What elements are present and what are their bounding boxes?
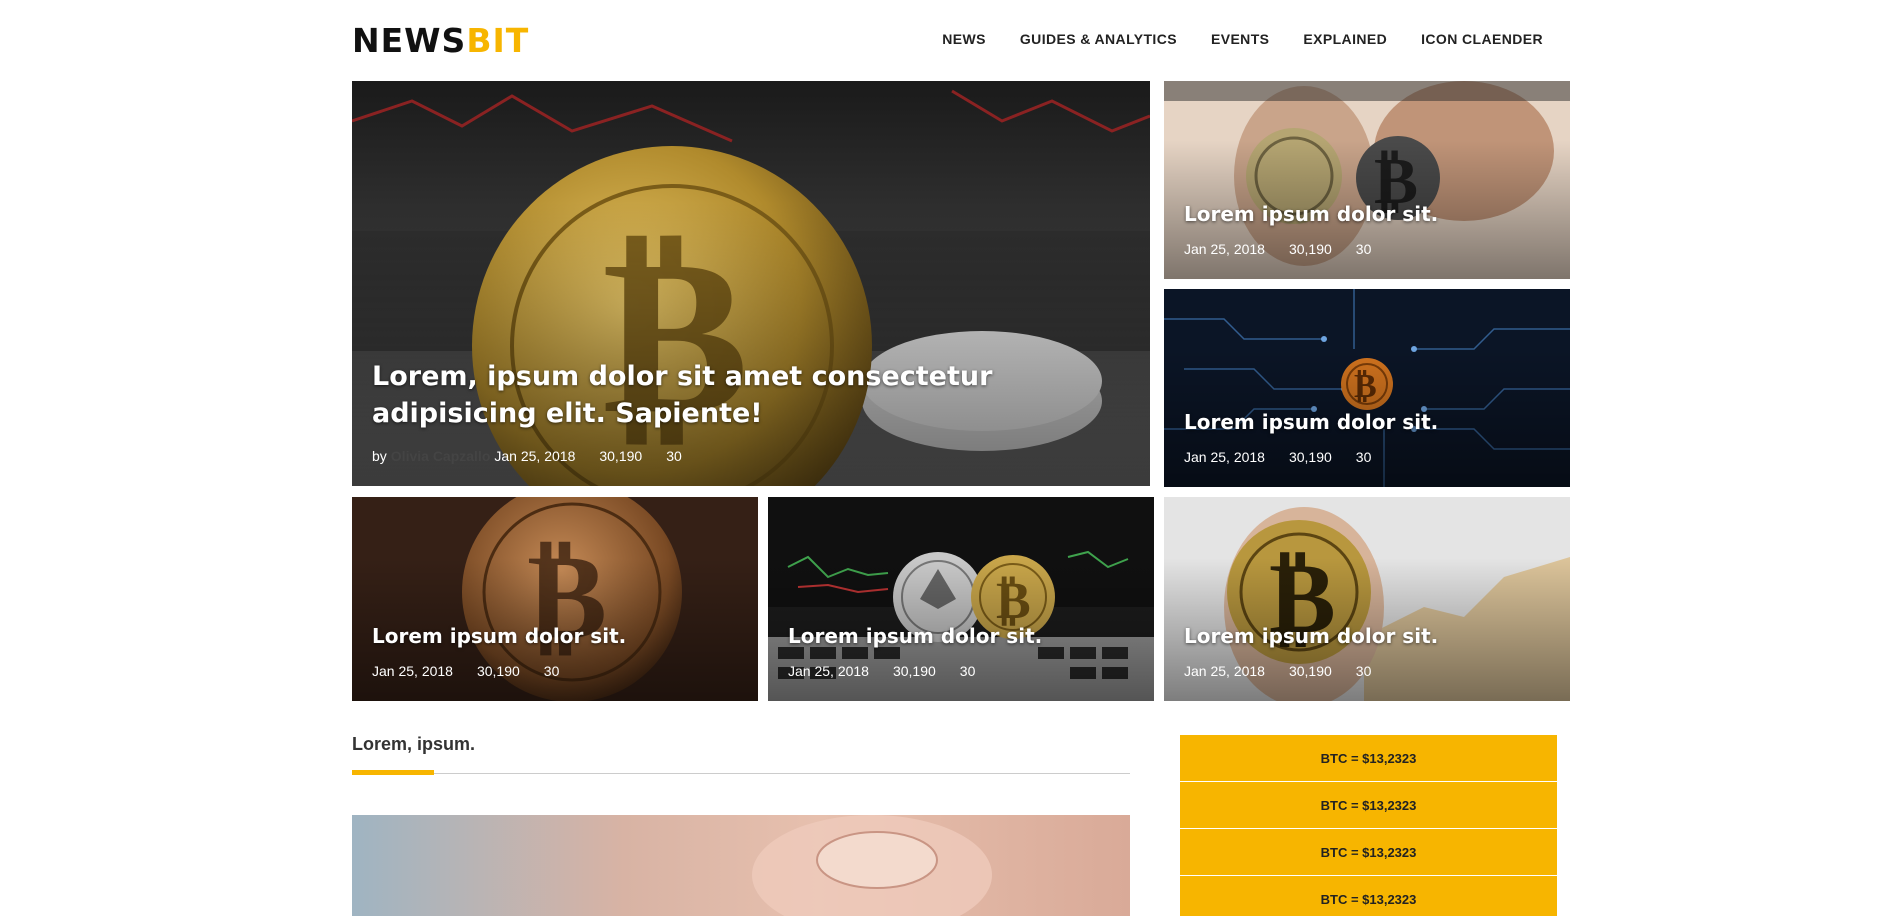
article-title[interactable]: Lorem ipsum dolor sit. (1184, 409, 1550, 435)
article-meta: Jan 25, 2018 30,190 30 (1184, 449, 1550, 465)
article-content: Lorem ipsum dolor sit. Jan 25, 2018 30,1… (788, 623, 1134, 679)
article-content: Lorem ipsum dolor sit. Jan 25, 2018 30,1… (1184, 409, 1550, 465)
article-tile[interactable]: ₿ Lorem ipsum dolor sit. Jan 25, 2018 30… (1164, 81, 1570, 279)
comment-count: 30 (959, 663, 976, 679)
article-date: Jan 25, 2018 (372, 663, 453, 679)
section-hero-image[interactable] (352, 815, 1130, 916)
featured-article[interactable]: ₿ Lorem, ipsum dolor sit amet consectetu… (352, 81, 1150, 486)
nav-guides-analytics[interactable]: GUIDES & ANALYTICS (1020, 31, 1177, 47)
article-date: Jan 25, 2018 (1184, 241, 1265, 257)
article-title[interactable]: Lorem ipsum dolor sit. (1184, 623, 1550, 649)
article-content: Lorem ipsum dolor sit. Jan 25, 2018 30,1… (1184, 201, 1550, 257)
price-row[interactable]: BTC = $13,2323 (1180, 876, 1557, 916)
comment-count: 30 (543, 663, 560, 679)
article-date: Jan 25, 2018 (494, 448, 576, 464)
article-date: Jan 25, 2018 (1184, 449, 1265, 465)
view-count: 30,190 (599, 448, 643, 464)
view-count: 30,190 (1288, 449, 1332, 465)
price-row[interactable]: BTC = $13,2323 (1180, 735, 1557, 781)
article-tile[interactable]: ₿ Lorem ipsum dolor sit. Jan 25, 2018 30… (1164, 497, 1570, 701)
by-label: by (372, 448, 387, 464)
article-content: Lorem ipsum dolor sit. Jan 25, 2018 30,1… (1184, 623, 1550, 679)
author-link[interactable]: Olivia Capzallo (391, 448, 491, 464)
article-date: Jan 25, 2018 (788, 663, 869, 679)
comment-count: 30 (1355, 449, 1372, 465)
article-meta: Jan 25, 2018 30,190 30 (372, 663, 738, 679)
article-tile[interactable]: ₿ Lorem ipsum dolor sit. Jan 25, 2018 30… (1164, 289, 1570, 487)
article-tile[interactable]: ₿ Lorem ipsum dolor sit. Jan 25, 2018 30… (768, 497, 1154, 701)
nav-news[interactable]: NEWS (942, 31, 986, 47)
nav-events[interactable]: EVENTS (1211, 31, 1269, 47)
logo-news: NEWS (352, 21, 467, 60)
article-date: Jan 25, 2018 (1184, 663, 1265, 679)
featured-article-meta: by Olivia Capzallo Jan 25, 2018 30,190 3… (372, 448, 1130, 464)
view-count: 30,190 (1288, 241, 1332, 257)
view-count: 30,190 (892, 663, 936, 679)
section-image (352, 815, 1130, 916)
article-meta: Jan 25, 2018 30,190 30 (1184, 241, 1550, 257)
nav-icon-calendar[interactable]: ICON CLAENDER (1421, 31, 1543, 47)
article-content: Lorem ipsum dolor sit. Jan 25, 2018 30,1… (372, 623, 738, 679)
price-ticker-widget: BTC = $13,2323 BTC = $13,2323 BTC = $13,… (1180, 735, 1557, 916)
section-accent-bar (352, 770, 434, 775)
featured-article-content: Lorem, ipsum dolor sit amet consectetur … (372, 359, 1130, 464)
logo-bit: BIT (466, 21, 530, 60)
comment-count: 30 (666, 448, 682, 464)
price-row[interactable]: BTC = $13,2323 (1180, 829, 1557, 875)
comment-count: 30 (1355, 241, 1372, 257)
nav-explained[interactable]: EXPLAINED (1303, 31, 1387, 47)
article-title[interactable]: Lorem ipsum dolor sit. (372, 623, 738, 649)
article-title[interactable]: Lorem ipsum dolor sit. (1184, 201, 1550, 227)
featured-article-title[interactable]: Lorem, ipsum dolor sit amet consectetur … (372, 359, 1130, 432)
comment-count: 30 (1355, 663, 1372, 679)
price-row[interactable]: BTC = $13,2323 (1180, 782, 1557, 828)
view-count: 30,190 (476, 663, 520, 679)
section-title: Lorem, ipsum. (352, 734, 476, 754)
main-nav: NEWS GUIDES & ANALYTICS EVENTS EXPLAINED… (942, 31, 1543, 47)
article-title[interactable]: Lorem ipsum dolor sit. (788, 623, 1134, 649)
article-meta: Jan 25, 2018 30,190 30 (1184, 663, 1550, 679)
view-count: 30,190 (1288, 663, 1332, 679)
article-meta: Jan 25, 2018 30,190 30 (788, 663, 1134, 679)
site-logo[interactable]: NEWSBIT (352, 24, 529, 57)
article-tile[interactable]: ₿ Lorem ipsum dolor sit. Jan 25, 2018 30… (352, 497, 758, 701)
section-divider (352, 773, 1130, 774)
